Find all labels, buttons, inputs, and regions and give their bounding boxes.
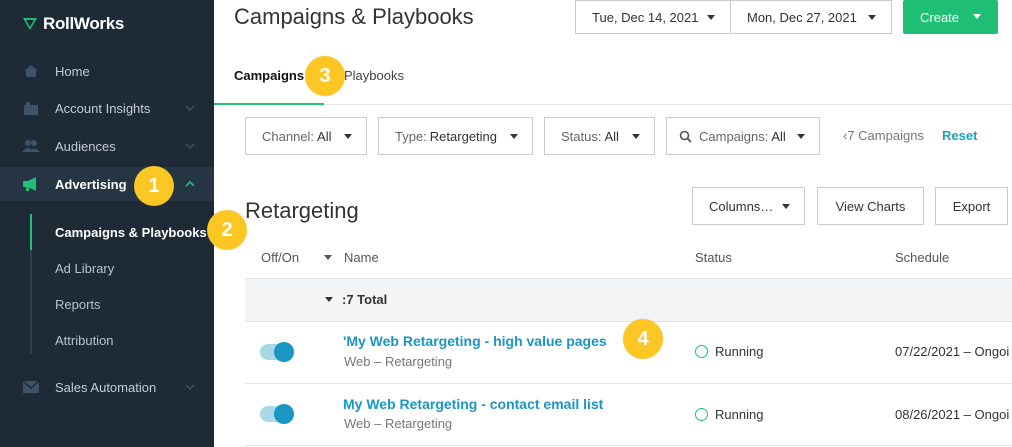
caret-down-icon (510, 134, 518, 139)
callout-badge-4: 4 (623, 319, 663, 359)
sidebar-item-account-insights[interactable]: Account Insights (0, 91, 214, 125)
sidebar-subitem-ad-library[interactable]: Ad Library (55, 261, 114, 276)
filter-key: Status: (561, 128, 602, 144)
filter-value: All (317, 128, 332, 144)
view-charts-label: View Charts (835, 198, 906, 214)
submenu-track (30, 214, 32, 354)
status-text: Running (715, 407, 764, 422)
columns-label: Columns… (709, 198, 774, 214)
sidebar-subitem-reports[interactable]: Reports (55, 297, 101, 312)
create-label: Create (920, 9, 960, 25)
channel-filter[interactable]: Channel: All (245, 117, 367, 155)
megaphone-icon (22, 176, 40, 192)
schedule-cell: 08/26/2021 – Ongoi (895, 407, 1010, 422)
campaign-name-link[interactable]: My Web Retargeting - contact email list (343, 396, 603, 412)
caret-down-icon (707, 15, 715, 20)
sidebar-subitem-campaigns-playbooks[interactable]: Campaigns & Playbooks (55, 225, 207, 240)
running-status-icon (695, 345, 708, 358)
column-header-schedule[interactable]: Schedule (895, 250, 949, 265)
sidebar-item-advertising[interactable]: Advertising (0, 167, 214, 201)
filter-value: All (771, 128, 786, 144)
status-text: Running (715, 344, 764, 359)
type-filter[interactable]: Type: Retargeting (378, 117, 533, 155)
column-header-status[interactable]: Status (695, 250, 732, 265)
sidebar-item-label: Account Insights (55, 100, 151, 116)
campaign-subtitle: Web – Retargeting (344, 354, 453, 369)
row-divider (245, 321, 1012, 322)
tab-playbooks[interactable]: Playbooks (344, 68, 404, 83)
reset-link[interactable]: Reset (942, 128, 977, 143)
caret-down-icon (782, 204, 790, 209)
filter-value: Retargeting (429, 128, 498, 144)
caret-down-icon (797, 134, 805, 139)
page-title: Campaigns & Playbooks (234, 4, 474, 29)
callout-badge-2: 2 (207, 210, 247, 250)
create-button[interactable]: Create (903, 0, 998, 34)
sidebar-item-label: Advertising (55, 176, 127, 192)
campaign-subtitle: Web – Retargeting (344, 416, 453, 431)
tab-divider (214, 104, 1012, 105)
status-filter[interactable]: Status: All (544, 117, 655, 155)
sidebar-item-home[interactable]: Home (0, 54, 214, 88)
active-tab-indicator (214, 103, 324, 105)
caret-down-icon[interactable] (325, 297, 333, 302)
filter-key: Type: (395, 128, 427, 144)
caret-down-icon (344, 134, 352, 139)
campaigns-filter[interactable]: Campaigns: All (666, 117, 820, 155)
chevron-down-icon (185, 384, 195, 391)
campaign-toggle[interactable] (260, 342, 294, 362)
column-header-off-on[interactable]: Off/On (261, 250, 299, 265)
sidebar-item-label: Home (55, 63, 90, 79)
columns-button[interactable]: Columns… (692, 187, 805, 225)
total-label: :7 Total (342, 292, 388, 307)
callout-badge-1: 1 (134, 166, 174, 206)
schedule-cell: 07/22/2021 – Ongoi (895, 344, 1010, 359)
start-date-value: Tue, Dec 14, 2021 (592, 9, 699, 25)
sort-caret-icon[interactable] (324, 255, 332, 260)
sidebar-item-label: Sales Automation (55, 379, 157, 395)
envelope-icon (22, 379, 40, 395)
caret-down-icon (632, 134, 640, 139)
filter-value: All (604, 128, 619, 144)
caret-down-icon (868, 15, 876, 20)
campaign-name-link[interactable]: 'My Web Retargeting - high value pages (343, 333, 607, 349)
sidebar-item-sales-automation[interactable]: Sales Automation (0, 370, 214, 404)
rollworks-logo[interactable]: RollWorks (22, 14, 124, 34)
column-header-name[interactable]: Name (344, 250, 379, 265)
sidebar-subitem-attribution[interactable]: Attribution (55, 333, 114, 348)
campaign-count: ‹7 Campaigns (843, 128, 924, 143)
rollworks-logo-icon (23, 18, 37, 30)
filter-key: Channel: (262, 128, 315, 144)
sidebar-item-audiences[interactable]: Audiences (0, 129, 214, 163)
chevron-down-icon (185, 143, 195, 150)
total-row[interactable]: :7 Total (245, 279, 1012, 321)
end-date-picker[interactable]: Mon, Dec 27, 2021 (730, 0, 892, 34)
sidebar: RollWorks Home Account Insights Audience… (0, 0, 214, 447)
sidebar-item-label: Audiences (55, 138, 116, 154)
section-title: Retargeting (245, 198, 359, 223)
logo-text: RollWorks (43, 14, 125, 33)
chevron-up-icon (185, 180, 195, 187)
filter-key: Campaigns: (699, 128, 769, 144)
caret-down-icon (973, 14, 981, 19)
tab-campaigns[interactable]: Campaigns (234, 68, 304, 83)
home-icon (22, 63, 40, 79)
campaign-toggle[interactable] (260, 404, 294, 424)
row-divider (245, 383, 1012, 384)
end-date-value: Mon, Dec 27, 2021 (747, 9, 857, 25)
building-icon (22, 100, 40, 116)
export-button[interactable]: Export (935, 187, 1008, 225)
chevron-down-icon (185, 105, 195, 112)
status-cell: Running (695, 344, 763, 359)
export-label: Export (952, 198, 991, 214)
row-divider (245, 445, 1012, 446)
search-icon (679, 130, 692, 143)
callout-badge-3: 3 (305, 56, 345, 96)
start-date-picker[interactable]: Tue, Dec 14, 2021 (575, 0, 731, 34)
people-icon (22, 138, 40, 154)
status-cell: Running (695, 407, 763, 422)
view-charts-button[interactable]: View Charts (817, 187, 924, 225)
running-status-icon (695, 408, 708, 421)
